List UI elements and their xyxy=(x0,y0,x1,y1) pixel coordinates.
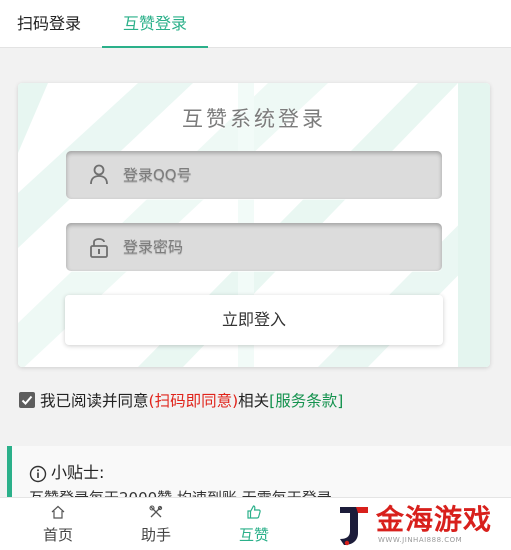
info-icon xyxy=(29,465,47,483)
checkmark-icon xyxy=(21,395,33,405)
terms-of-service-link[interactable]: [服务条款] xyxy=(269,392,343,410)
login-card-title: 互赞系统登录 xyxy=(182,107,326,131)
scan-consent-note[interactable]: (扫码即同意) xyxy=(149,392,239,410)
qq-number-placeholder: 登录QQ号 xyxy=(123,166,192,184)
nav-label-mutual-like: 互赞 xyxy=(238,526,269,544)
agreement-checkbox[interactable] xyxy=(19,392,35,408)
tips-title: 小贴士: xyxy=(51,463,105,482)
nav-label-home: 首页 xyxy=(42,526,73,544)
top-tab-bar: 扫码登录 互赞登录 xyxy=(0,0,511,48)
watermark-emblem-icon xyxy=(340,507,368,546)
tab-mutual-like-login[interactable]: 互赞登录 xyxy=(102,0,208,48)
unlock-icon xyxy=(90,238,108,258)
password-input[interactable]: 登录密码 xyxy=(66,223,442,271)
nav-item-helper[interactable]: 助手 xyxy=(116,498,196,550)
nav-item-home[interactable]: 首页 xyxy=(18,498,98,550)
home-icon xyxy=(51,505,65,519)
watermark-logo: 金海游戏 WWW.JINHAI888.COM xyxy=(336,503,496,547)
password-placeholder: 登录密码 xyxy=(123,238,184,256)
user-icon xyxy=(90,164,108,185)
agreement-text: 我已阅读并同意(扫码即同意)相关[服务条款] xyxy=(40,390,343,412)
nav-item-mutual-like[interactable]: 互赞 xyxy=(214,498,294,550)
watermark-text: 金海游戏 xyxy=(376,503,493,536)
login-card: 互赞系统登录 登录QQ号 登录密码 立即登入 xyxy=(18,83,490,367)
qq-number-input[interactable]: 登录QQ号 xyxy=(66,151,442,199)
watermark-url: WWW.JINHAI888.COM xyxy=(378,536,463,544)
tools-icon xyxy=(149,505,163,518)
login-submit-button[interactable]: 立即登入 xyxy=(65,295,443,345)
tab-scan-login[interactable]: 扫码登录 xyxy=(0,0,98,48)
agreement-prefix: 我已阅读并同意 xyxy=(40,392,149,410)
agreement-middle: 相关 xyxy=(238,392,270,410)
thumbs-up-icon xyxy=(247,505,261,519)
active-tab-indicator xyxy=(102,46,208,48)
nav-label-helper: 助手 xyxy=(140,526,171,544)
